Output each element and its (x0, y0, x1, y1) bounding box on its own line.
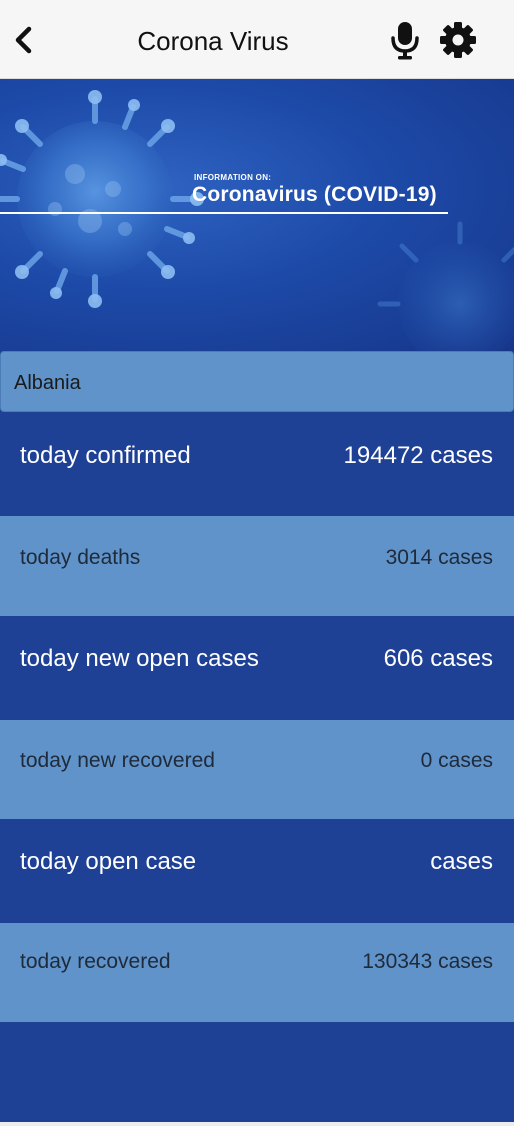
back-button[interactable] (10, 24, 38, 56)
stat-label: today new open cases (20, 645, 259, 672)
stat-row-today-open-case: today open case cases (0, 819, 514, 923)
stat-row-today-new-recovered: today new recovered 0 cases (0, 720, 514, 819)
stat-row-today-deaths: today deaths 3014 cases (0, 516, 514, 616)
stat-value: 606 cases (383, 645, 493, 672)
chevron-left-icon (15, 26, 32, 54)
stat-label: today recovered (20, 950, 171, 973)
gear-icon (440, 22, 476, 58)
voice-search-button[interactable] (389, 20, 421, 60)
settings-button[interactable] (439, 21, 477, 59)
virus-illustration (0, 90, 514, 351)
stat-row-today-confirmed: today confirmed 194472 cases (0, 412, 514, 516)
stat-value: cases (430, 848, 493, 875)
app-screen: Corona Virus INFORMATION ON: Coronavirus… (0, 0, 514, 1126)
stat-value: 3014 cases (385, 546, 493, 569)
stat-label: today open case (20, 848, 197, 875)
bottom-edge (0, 1122, 514, 1126)
content-filler (0, 1022, 514, 1122)
stat-label: today deaths (20, 546, 141, 569)
stat-value: 0 cases (420, 749, 493, 772)
stat-label: today new recovered (20, 749, 215, 772)
info-banner: INFORMATION ON: Coronavirus (COVID-19) (0, 79, 514, 351)
stat-label: today confirmed (20, 442, 191, 469)
page-title: Corona Virus (137, 26, 289, 56)
microphone-icon (391, 22, 419, 60)
stat-value: 130343 cases (362, 950, 493, 973)
stat-row-today-new-open-cases: today new open cases 606 cases (0, 616, 514, 720)
banner-divider (0, 212, 448, 214)
banner-kicker: INFORMATION ON: (194, 173, 272, 182)
banner-heading: Coronavirus (COVID-19) (192, 183, 437, 206)
country-selector[interactable]: Albania (0, 351, 514, 412)
stat-value: 194472 cases (343, 442, 493, 469)
stat-row-today-recovered: today recovered 130343 cases (0, 923, 514, 1022)
app-header: Corona Virus (0, 0, 514, 79)
